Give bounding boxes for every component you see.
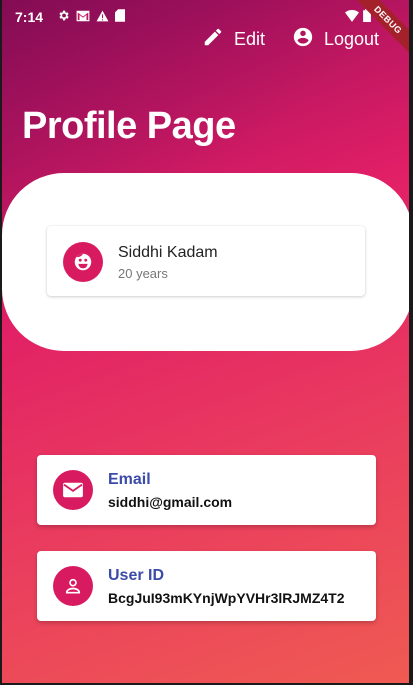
alert-icon bbox=[96, 9, 109, 25]
edit-label: Edit bbox=[234, 29, 266, 49]
profile-name: Siddhi Kadam bbox=[118, 244, 218, 261]
user-id-value: BcgJuI93mKYnjWpYVHr3lRJMZ4T2 bbox=[108, 590, 345, 606]
email-value: siddhi@gmail.com bbox=[108, 494, 233, 510]
page-title: Profile Page bbox=[22, 105, 236, 147]
email-label: Email bbox=[108, 471, 151, 488]
user-id-label: User ID bbox=[108, 567, 165, 584]
profile-panel: Siddhi Kadam 20 years bbox=[2, 173, 409, 351]
sd-card-icon bbox=[115, 9, 125, 25]
gear-icon bbox=[57, 9, 70, 25]
logout-label: Logout bbox=[324, 29, 380, 49]
profile-card[interactable]: Siddhi Kadam 20 years bbox=[47, 226, 365, 296]
wifi-icon bbox=[345, 9, 359, 25]
mail-icon bbox=[53, 470, 93, 510]
status-notification-icons bbox=[57, 9, 125, 25]
edit-button[interactable]: Edit bbox=[202, 26, 265, 53]
gmail-icon bbox=[76, 9, 90, 25]
app-screen: 7:14 Edit Logout DEBUG Profile Page Sidd… bbox=[2, 0, 409, 683]
logout-button[interactable]: Logout bbox=[292, 26, 379, 53]
user-id-card[interactable]: User ID BcgJuI93mKYnjWpYVHr3lRJMZ4T2 bbox=[37, 551, 376, 621]
email-card[interactable]: Email siddhi@gmail.com bbox=[37, 455, 376, 525]
status-time: 7:14 bbox=[15, 9, 44, 25]
profile-age: 20 years bbox=[118, 266, 168, 281]
person-icon bbox=[53, 566, 93, 606]
pencil-icon bbox=[202, 26, 224, 53]
face-icon bbox=[63, 242, 103, 282]
account-circle-icon bbox=[292, 26, 314, 53]
